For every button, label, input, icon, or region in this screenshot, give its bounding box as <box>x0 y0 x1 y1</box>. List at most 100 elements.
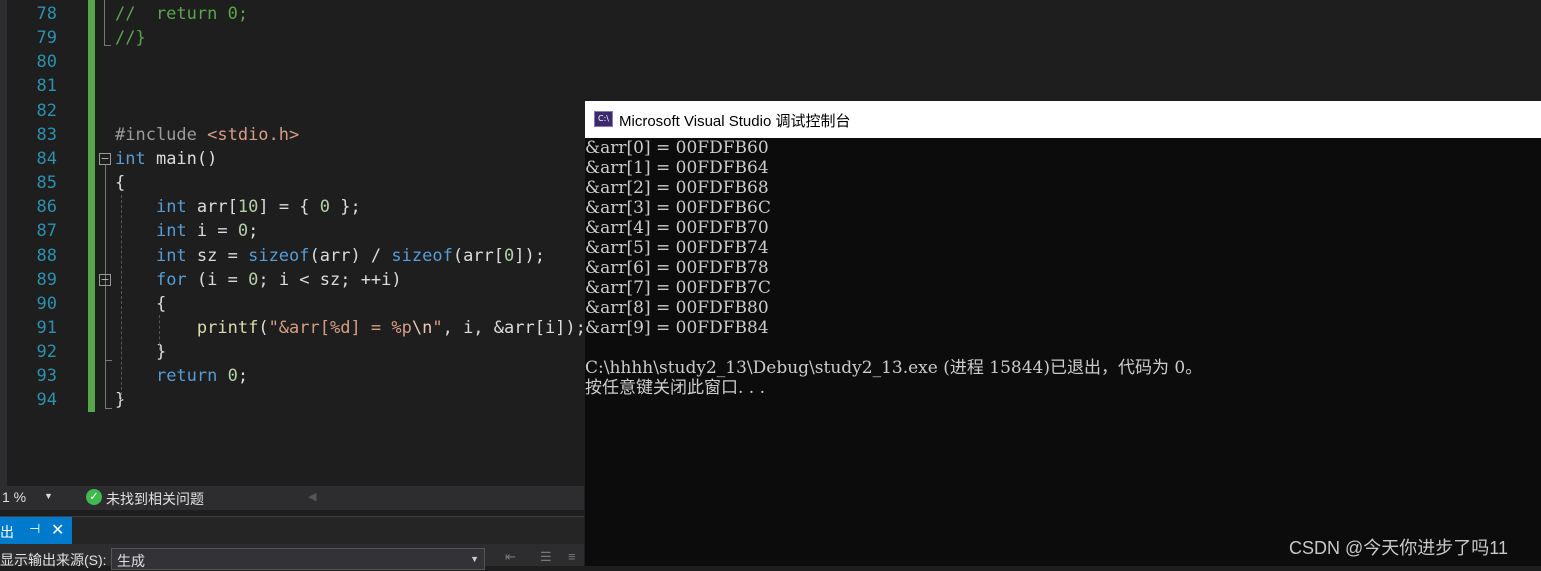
collapse-for-icon[interactable]: − <box>99 274 111 286</box>
code-token: { <box>115 173 126 194</box>
code-token: { <box>115 293 167 314</box>
debug-console-window[interactable]: C:\ Microsoft Visual Studio 调试控制台 &arr[0… <box>585 101 1541 566</box>
code-token: ( <box>258 317 269 338</box>
code-token: arr[ <box>186 197 238 218</box>
code-text: return 0; <box>115 364 248 388</box>
outline-guide-end <box>104 45 111 46</box>
code-token: int <box>115 148 146 169</box>
line-number: 91 <box>36 317 57 338</box>
code-token: int <box>155 221 187 242</box>
code-token: return <box>155 366 218 387</box>
change-tracking-bar <box>88 0 95 412</box>
line-number: 87 <box>36 221 57 242</box>
code-token: sz = <box>186 245 249 266</box>
code-token: sizeof <box>248 245 310 266</box>
console-line: &arr[0] = 00FDFB60 <box>585 138 769 158</box>
code-token: ; i < sz; ++i) <box>258 269 402 290</box>
output-source-value: 生成 <box>117 553 145 569</box>
line-number: 79 <box>36 28 57 49</box>
code-token: 0 <box>237 221 249 242</box>
output-tab-label: 出 <box>0 524 14 540</box>
console-line: &arr[8] = 00FDFB80 <box>585 298 769 318</box>
code-text: int arr[10] = { 0 }; <box>115 195 361 219</box>
code-text: #include <stdio.h> <box>115 123 299 147</box>
code-token: 0 <box>319 197 331 218</box>
code-token: " <box>432 317 443 338</box>
line-number: 85 <box>36 173 57 194</box>
code-token: int <box>155 197 187 218</box>
console-line: &arr[9] = 00FDFB84 <box>585 318 769 338</box>
outline-guide-end <box>105 360 112 361</box>
check-icon: ✓ <box>86 489 102 505</box>
code-token: printf <box>196 317 259 338</box>
code-token: sizeof <box>391 245 453 266</box>
line-number: 84 <box>36 148 57 169</box>
console-title-bar[interactable]: C:\ Microsoft Visual Studio 调试控制台 <box>585 101 1541 138</box>
line-number: 90 <box>36 293 57 314</box>
code-token: 0 <box>227 366 238 387</box>
code-token: //} <box>115 28 146 49</box>
scroll-left-icon[interactable]: ◀ <box>308 490 316 503</box>
code-token: ] = { <box>258 197 320 218</box>
output-tab[interactable]: 出 ⊣ ✕ <box>0 517 72 544</box>
line-number: 78 <box>36 4 57 24</box>
issues-status[interactable]: 未找到相关问题 <box>106 489 204 509</box>
zoom-dropdown-icon[interactable]: ▼ <box>44 491 53 501</box>
editor-status-bar: 1 % ▼ ✓ 未找到相关问题 ◀ <box>0 486 584 510</box>
output-source-label: 显示输出来源(S): <box>0 552 107 568</box>
zoom-level[interactable]: 1 % <box>2 489 26 505</box>
outline-guide <box>104 0 105 45</box>
chevron-down-icon: ▼ <box>470 554 479 564</box>
line-number: 92 <box>36 342 57 363</box>
output-source-select[interactable]: 生成 ▼ <box>111 548 485 570</box>
line-number: 86 <box>36 197 57 218</box>
indent-guide <box>121 195 122 400</box>
code-token: #include <box>115 124 208 145</box>
line-number: 81 <box>36 76 57 97</box>
outline-guide-end <box>105 408 112 409</box>
code-token: ; <box>248 221 259 242</box>
code-token: ; <box>237 366 249 387</box>
code-token: (arr) / <box>309 245 392 266</box>
console-line: &arr[1] = 00FDFB64 <box>585 158 769 178</box>
code-text: // return 0; <box>115 2 248 26</box>
line-number: 88 <box>36 245 57 266</box>
code-token: 0 <box>504 245 515 266</box>
line-number: 89 <box>36 269 57 290</box>
line-number: 93 <box>36 366 57 387</box>
code-text: for (i = 0; i < sz; ++i) <box>115 268 402 292</box>
outline-guide <box>105 165 106 408</box>
code-text: { <box>115 171 125 195</box>
console-app-icon: C:\ <box>594 111 613 127</box>
goto-message-icon[interactable]: ⇤ <box>505 549 516 565</box>
code-text: int main() <box>115 147 217 171</box>
code-text: { <box>115 292 166 316</box>
line-number: 94 <box>36 390 57 411</box>
clear-all-icon[interactable]: ☰ <box>540 549 552 565</box>
console-line: &arr[4] = 00FDFB70 <box>585 218 769 238</box>
code-text: int sz = sizeof(arr) / sizeof(arr[0]); <box>115 244 545 268</box>
collapse-main-icon[interactable]: − <box>99 153 111 165</box>
code-text: //} <box>115 26 146 50</box>
code-token: "&arr[%d] = %p <box>268 317 412 338</box>
code-token: for <box>155 269 187 290</box>
code-token: 10 <box>237 197 259 218</box>
code-token: (i = <box>186 269 249 290</box>
code-text: int i = 0; <box>115 219 258 243</box>
word-wrap-icon[interactable]: ≡ <box>568 549 576 564</box>
output-tab-bar: 出 ⊣ ✕ <box>0 516 584 544</box>
close-icon[interactable]: ✕ <box>51 520 64 539</box>
line-number: 82 <box>36 100 57 121</box>
code-token: 0 <box>248 269 259 290</box>
code-token: main() <box>145 148 218 169</box>
code-text: printf("&arr[%d] = %p\n", i, &arr[i]); <box>115 316 586 340</box>
pin-icon[interactable]: ⊣ <box>29 521 40 537</box>
console-line: &arr[6] = 00FDFB78 <box>585 258 769 278</box>
console-line: C:\hhhh\study2_13\Debug\study2_13.exe (进… <box>585 358 1203 378</box>
console-line: &arr[3] = 00FDFB6C <box>585 198 771 218</box>
code-token: }; <box>330 197 361 218</box>
console-line: &arr[2] = 00FDFB68 <box>585 178 769 198</box>
code-token: i = <box>186 221 238 242</box>
